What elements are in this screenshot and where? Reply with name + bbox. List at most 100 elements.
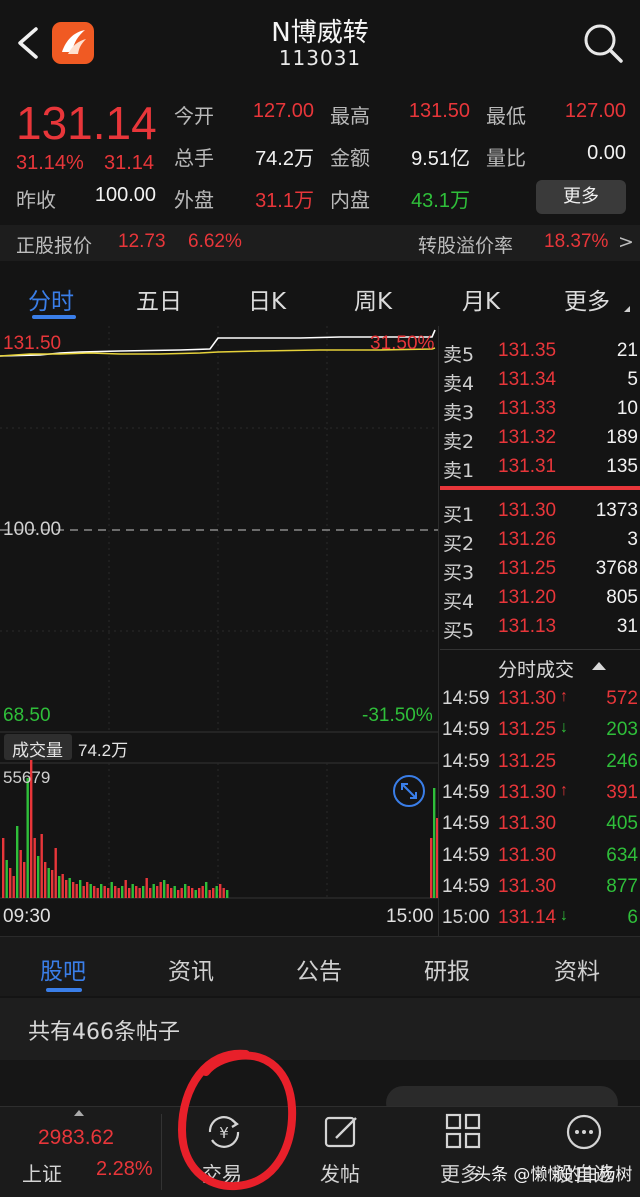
volume-bar (145, 878, 148, 898)
volume-bar (44, 862, 47, 898)
change-amount: 31.14 (104, 152, 155, 174)
watermark: 头条 @懒懒的白杨树 (474, 1165, 633, 1185)
volume-bar (23, 862, 26, 898)
bid-level-label: 买5 (443, 620, 475, 642)
quote-value: 43.1万 (411, 190, 470, 212)
bid-volume: 1373 (595, 500, 638, 521)
volume-bar (128, 888, 131, 898)
volume-bar (212, 888, 215, 898)
index-name: 上证 (22, 1162, 62, 1186)
volume-bar (72, 882, 75, 898)
volume-bar (79, 880, 82, 898)
volume-bar (54, 848, 57, 898)
chart-tabs (0, 268, 640, 326)
expand-chart-icon[interactable] (392, 774, 426, 808)
section-tab[interactable]: 资料 (554, 952, 600, 986)
volume-bar (51, 870, 54, 898)
ask-level-label: 卖5 (443, 344, 475, 366)
time-start: 09:30 (3, 906, 51, 927)
section-tab[interactable]: 资讯 (168, 952, 214, 986)
volume-bar (194, 890, 197, 898)
tick-price: 131.30 (498, 781, 557, 803)
volume-bar (47, 868, 50, 898)
more-dots-icon (566, 1114, 602, 1150)
volume-bar (121, 886, 124, 898)
more-quote-button[interactable]: 更多 (536, 180, 626, 214)
tick-volume: 877 (606, 875, 638, 897)
chart-tab[interactable]: 分时 (28, 282, 74, 316)
grid-icon (445, 1113, 481, 1149)
arrow-up-icon: ↑ (560, 781, 568, 799)
ask-level-label: 卖2 (443, 431, 475, 453)
stock-title: N博威转 (271, 18, 369, 48)
chart-low-pct: -31.50% (362, 705, 433, 726)
volume-bar (159, 882, 162, 898)
arrow-down-icon: ↓ (560, 907, 568, 925)
active-section-indicator (46, 988, 82, 992)
volume-bar (226, 890, 229, 898)
volume-bar (219, 884, 222, 898)
volume-bar (433, 788, 436, 898)
quote-value: 131.50 (408, 100, 470, 122)
volume-bar (191, 888, 194, 898)
bid-volume: 805 (606, 587, 638, 608)
volume-bar (177, 890, 180, 898)
ask-volume: 5 (627, 369, 638, 390)
volume-bar (215, 886, 218, 898)
volume-bar (430, 838, 433, 898)
tick-price: 131.30 (498, 813, 557, 835)
ask-price: 131.34 (498, 369, 557, 390)
volume-bar (26, 778, 29, 898)
tick-time: 14:59 (442, 688, 490, 709)
tick-time: 14:59 (442, 875, 490, 897)
bid-level-label: 买2 (443, 533, 475, 555)
volume-bar (180, 888, 183, 898)
volume-bar (93, 886, 96, 898)
arrow-down-icon: ↓ (560, 719, 568, 737)
volume-bar (142, 886, 145, 898)
volume-bar (149, 888, 152, 898)
volume-bar (9, 868, 12, 898)
bid-level-label: 买3 (443, 562, 475, 584)
tick-price: 131.25 (498, 719, 557, 741)
volume-bar (184, 884, 187, 898)
premium-rate-value: 18.37% (544, 231, 609, 252)
volume-bar (58, 876, 61, 898)
bid-volume: 3 (627, 529, 638, 550)
volume-bar (187, 886, 190, 898)
active-tab-indicator (32, 315, 76, 319)
search-icon[interactable] (582, 22, 624, 64)
section-tab[interactable]: 公告 (296, 952, 342, 986)
bid-price: 131.26 (498, 529, 557, 550)
chevron-right-icon[interactable]: > (618, 231, 634, 253)
tick-volume: 572 (606, 688, 638, 709)
quote-value: 31.1万 (255, 190, 314, 212)
volume-bar (75, 884, 78, 898)
chart-low-price: 68.50 (3, 705, 51, 726)
chart-tab[interactable]: 五日 (136, 282, 182, 316)
quote-value: 100.00 (94, 184, 156, 206)
section-tab[interactable]: 股吧 (40, 952, 86, 986)
caret-up-icon (74, 1110, 84, 1116)
post-nav-item[interactable]: 发帖 (290, 1108, 400, 1196)
volume-bar (135, 886, 138, 898)
orderbook-tick-divider (440, 649, 640, 650)
volume-bar (208, 890, 211, 898)
ask-volume: 10 (616, 398, 638, 419)
ticks-header[interactable]: 分时成交 (498, 655, 574, 682)
bid-ask-divider (440, 486, 640, 490)
intraday-chart[interactable] (0, 326, 439, 936)
index-value: 2983.62 (38, 1126, 114, 1149)
last-price: 131.14 (16, 97, 157, 149)
tick-price: 131.30 (498, 844, 557, 866)
chart-tab[interactable]: 更多 (564, 282, 610, 316)
chart-tab[interactable]: 周K (354, 282, 392, 316)
chart-tab[interactable]: 月K (462, 282, 500, 316)
volume-bar (166, 884, 169, 898)
chart-tab[interactable]: 日K (248, 282, 286, 316)
volume-bar (40, 834, 43, 898)
volume-bar (16, 826, 19, 898)
volume-label: 成交量 (12, 741, 63, 761)
section-tab[interactable]: 研报 (424, 952, 470, 986)
premium-rate-label: 转股溢价率 (418, 235, 514, 257)
